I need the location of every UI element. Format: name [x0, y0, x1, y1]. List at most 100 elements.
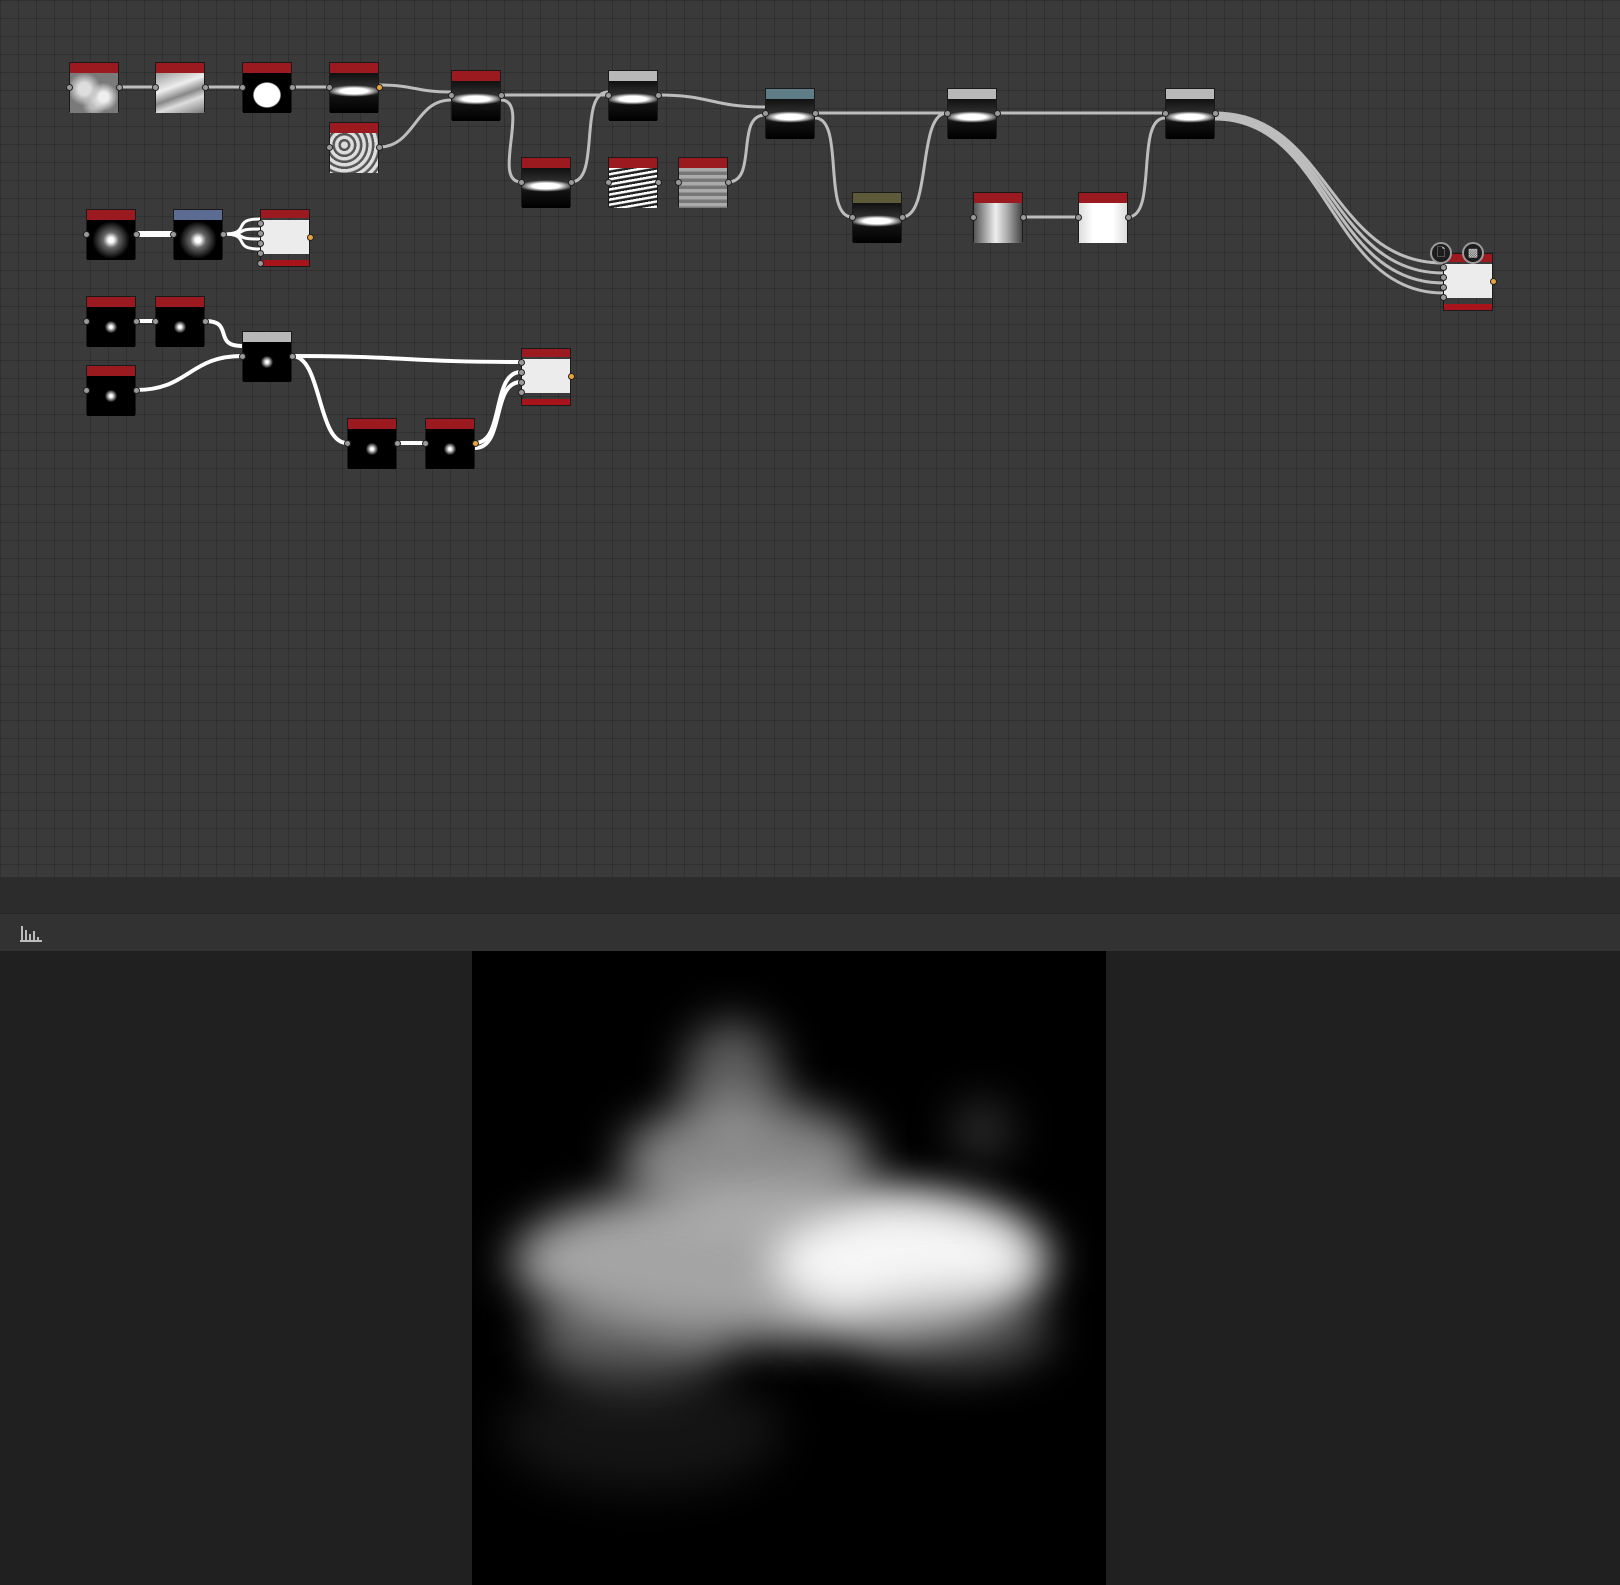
connection-wire[interactable]	[291, 354, 348, 445]
connector-port[interactable]	[239, 84, 246, 91]
connector-port[interactable]	[605, 92, 612, 99]
connector-port[interactable]	[1075, 214, 1082, 221]
star-node-3[interactable]	[83, 365, 140, 416]
connection-wire[interactable]	[814, 116, 853, 219]
connector-port[interactable]	[970, 214, 977, 221]
stripes-node[interactable]	[605, 157, 662, 208]
output-node-2[interactable]	[518, 348, 575, 406]
connection-wire[interactable]	[657, 93, 766, 109]
node-graph-canvas[interactable]: 🗋 ▩	[0, 0, 1620, 878]
connector-port[interactable]	[675, 179, 682, 186]
levels-node[interactable]	[605, 70, 662, 121]
connector-port[interactable]	[220, 231, 227, 238]
connector-port[interactable]	[899, 214, 906, 221]
connector-port[interactable]	[202, 84, 209, 91]
connector-port[interactable]	[498, 92, 505, 99]
erosion-node[interactable]	[518, 157, 575, 208]
connector-port[interactable]	[326, 84, 333, 91]
star-node-2[interactable]	[152, 296, 209, 347]
star-node-5[interactable]	[422, 418, 479, 469]
connection-wire[interactable]	[1214, 113, 1444, 275]
output-port[interactable]	[376, 84, 383, 91]
connection-wire[interactable]	[570, 90, 609, 184]
connector-port[interactable]	[83, 231, 90, 238]
connector-port[interactable]	[133, 318, 140, 325]
connector-port[interactable]	[376, 144, 383, 151]
connector-port[interactable]	[605, 179, 612, 186]
connection-wire[interactable]	[727, 113, 766, 184]
connection-wire[interactable]	[135, 354, 243, 392]
connector-port[interactable]	[1440, 284, 1447, 291]
connector-port[interactable]	[762, 110, 769, 117]
noise-node[interactable]	[66, 62, 123, 113]
blend-node[interactable]	[326, 62, 383, 113]
connector-port[interactable]	[1440, 274, 1447, 281]
connection-wire[interactable]	[378, 98, 452, 149]
connection-wire[interactable]	[378, 83, 452, 94]
cells-noise-node[interactable]	[326, 122, 383, 173]
connection-wire[interactable]	[204, 319, 243, 348]
connector-port[interactable]	[994, 110, 1001, 117]
blur-shape-node[interactable]	[83, 209, 140, 260]
connection-wire[interactable]	[474, 380, 522, 450]
connector-port[interactable]	[133, 231, 140, 238]
connector-port[interactable]	[1440, 294, 1447, 301]
connector-port[interactable]	[812, 110, 819, 117]
connector-port[interactable]	[239, 353, 246, 360]
histogram-icon[interactable]	[18, 922, 44, 944]
connector-port[interactable]	[1020, 214, 1027, 221]
connector-port[interactable]	[133, 387, 140, 394]
connector-port[interactable]	[518, 379, 525, 386]
connector-port[interactable]	[725, 179, 732, 186]
connector-port[interactable]	[1212, 110, 1219, 117]
connection-wire[interactable]	[901, 111, 948, 219]
connector-port[interactable]	[326, 144, 333, 151]
output-port[interactable]	[472, 440, 479, 447]
output-node-1[interactable]	[257, 209, 314, 267]
uniform-color-node[interactable]	[1075, 192, 1132, 243]
connector-port[interactable]	[344, 440, 351, 447]
connector-port[interactable]	[289, 353, 296, 360]
connection-wire[interactable]	[1127, 116, 1166, 219]
connector-port[interactable]	[518, 389, 525, 396]
connector-port[interactable]	[1162, 110, 1169, 117]
connector-port[interactable]	[202, 318, 209, 325]
connector-port[interactable]	[394, 440, 401, 447]
connector-port[interactable]	[422, 440, 429, 447]
connection-wire[interactable]	[1214, 111, 1444, 265]
connection-wire[interactable]	[291, 354, 522, 364]
connector-port[interactable]	[170, 231, 177, 238]
levels-node-2[interactable]	[944, 88, 1001, 139]
connector-port[interactable]	[152, 84, 159, 91]
connector-port[interactable]	[257, 220, 264, 227]
connector-port[interactable]	[83, 387, 90, 394]
connector-port[interactable]	[1125, 214, 1132, 221]
connector-port[interactable]	[568, 179, 575, 186]
connector-port[interactable]	[257, 230, 264, 237]
star-node-1[interactable]	[83, 296, 140, 347]
connector-port[interactable]	[257, 260, 264, 267]
connector-port[interactable]	[944, 110, 951, 117]
gradient-noise-node[interactable]	[675, 157, 732, 208]
checker-icon[interactable]: ▩	[1462, 242, 1484, 264]
warp-node[interactable]	[152, 62, 209, 113]
connector-port[interactable]	[518, 359, 525, 366]
blend-node-final[interactable]	[1162, 88, 1219, 139]
output-port[interactable]	[1490, 278, 1497, 285]
connector-port[interactable]	[849, 214, 856, 221]
connector-port[interactable]	[518, 369, 525, 376]
connector-port[interactable]	[655, 179, 662, 186]
directional-warp-node[interactable]	[849, 192, 906, 243]
connector-port[interactable]	[289, 84, 296, 91]
star-node-4[interactable]	[344, 418, 401, 469]
2d-view-panel[interactable]	[0, 951, 1620, 1585]
connection-wire[interactable]	[500, 98, 522, 184]
connector-port[interactable]	[152, 318, 159, 325]
output-port[interactable]	[307, 234, 314, 241]
connector-port[interactable]	[448, 92, 455, 99]
texture-preview-image[interactable]	[472, 951, 1106, 1585]
connector-port[interactable]	[518, 179, 525, 186]
connector-port[interactable]	[257, 250, 264, 257]
star-blend-node[interactable]	[239, 331, 296, 382]
connector-port[interactable]	[257, 240, 264, 247]
